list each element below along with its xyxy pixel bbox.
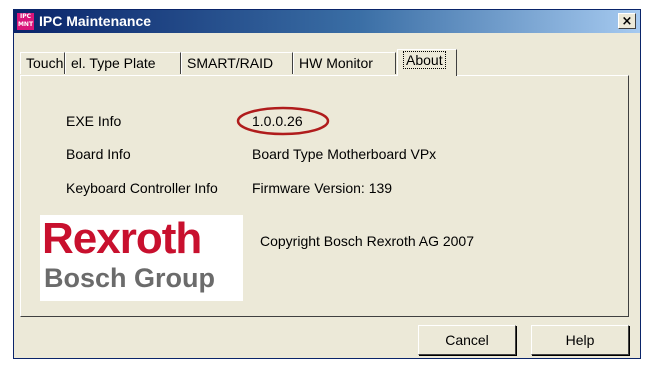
logo-brand-text: Rexroth <box>42 214 202 263</box>
exe-info-label: EXE Info <box>66 113 122 129</box>
tab-touch[interactable]: Touch <box>20 52 65 74</box>
keyboard-controller-value: Firmware Version: 139 <box>252 180 393 196</box>
tab-label: HW Monitor <box>299 55 373 71</box>
board-info-label: Board Info <box>66 146 131 162</box>
app-icon: IPC MNT <box>17 13 34 30</box>
close-button[interactable]: × <box>618 13 636 29</box>
tab-label: About <box>403 51 446 69</box>
logo-group-text: Bosch Group <box>44 263 216 293</box>
tab-el-type-plate[interactable]: el. Type Plate <box>65 52 181 74</box>
tab-smart-raid[interactable]: SMART/RAID <box>181 52 293 74</box>
tab-label: SMART/RAID <box>187 55 274 71</box>
cancel-button[interactable]: Cancel <box>418 325 516 355</box>
keyboard-controller-label: Keyboard Controller Info <box>66 180 218 196</box>
rexroth-logo: Rexroth Bosch Group <box>40 215 243 301</box>
help-button[interactable]: Help <box>531 325 629 355</box>
tab-hw-monitor[interactable]: HW Monitor <box>293 52 396 74</box>
highlight-ellipse <box>236 106 330 136</box>
tab-label: el. Type Plate <box>71 55 156 71</box>
board-info-value: Board Type Motherboard VPx <box>252 146 437 162</box>
tab-label: Touch <box>26 55 64 71</box>
window-title: IPC Maintenance <box>39 13 152 29</box>
tab-about[interactable]: About <box>397 49 457 76</box>
copyright-text: Copyright Bosch Rexroth AG 2007 <box>260 233 475 249</box>
title-bar[interactable]: IPC MNT IPC Maintenance × <box>14 10 640 33</box>
